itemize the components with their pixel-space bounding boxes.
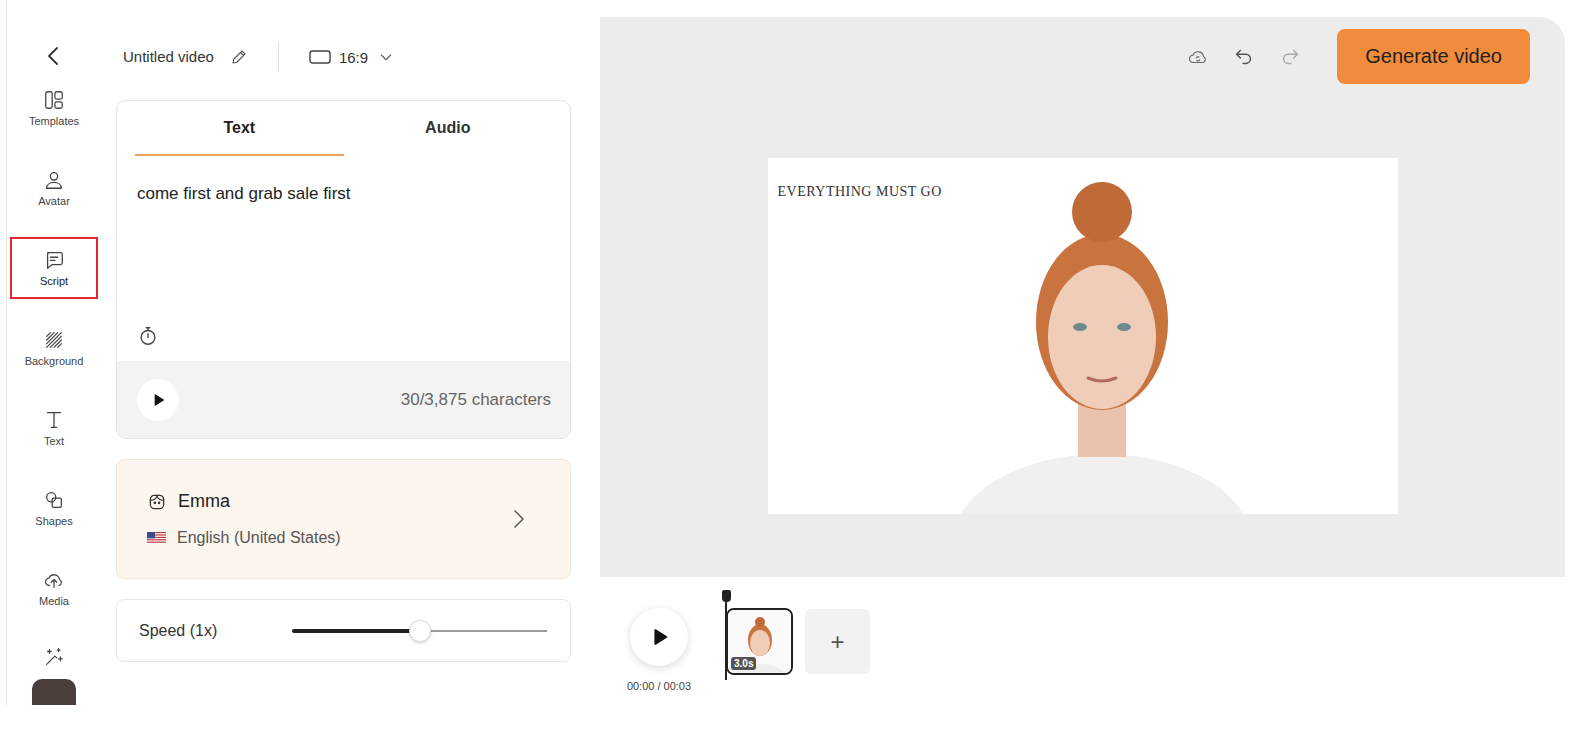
effects-item[interactable] (10, 637, 98, 677)
sidebar-item-icon (43, 329, 65, 351)
speed-control: Speed (1x) (116, 599, 571, 662)
voice-language: English (United States) (177, 529, 341, 547)
sidebar-item-label: Shapes (35, 515, 72, 527)
sidebar-item-icon (43, 89, 65, 111)
tab[interactable]: Audio (344, 101, 553, 156)
character-count: 30/3,875 characters (401, 390, 551, 410)
video-title[interactable]: Untitled video (123, 47, 214, 67)
scene-clip[interactable]: 3.0s (726, 608, 793, 675)
avatar-photo[interactable] (942, 172, 1262, 514)
sidebar-item-icon (43, 249, 65, 271)
sidebar-item-icon (43, 569, 65, 591)
script-text-area[interactable]: come first and grab sale first (117, 156, 570, 361)
video-editor: Templates Avatar Script Background Text Shape… (0, 0, 1570, 732)
voice-info: Emma English (United States) (147, 491, 341, 547)
profile-avatar[interactable] (32, 679, 76, 705)
sidebar-item[interactable]: Avatar (10, 157, 98, 219)
script-footer: 30/3,875 characters (117, 361, 570, 438)
sidebar-item-icon (43, 489, 65, 511)
sidebar-item-label: Text (44, 435, 64, 447)
aspect-ratio-value: 16:9 (339, 49, 368, 66)
play-icon (150, 392, 166, 408)
voice-name: Emma (178, 491, 230, 512)
stage: EVERYTHING MUST GO (600, 84, 1565, 577)
script-editor: Untitled video 16:9 TextAudio come first an… (116, 0, 571, 705)
timer-icon[interactable] (137, 325, 159, 347)
voice-language-row: English (United States) (147, 529, 341, 547)
video-canvas[interactable]: EVERYTHING MUST GO (768, 158, 1398, 514)
undo-icon[interactable] (1233, 46, 1255, 68)
title-bar: Untitled video 16:9 (116, 0, 571, 100)
canvas-headline[interactable]: EVERYTHING MUST GO (768, 158, 942, 200)
voice-name-row: Emma (147, 491, 341, 512)
sidebar-item-label: Background (25, 355, 84, 367)
slider-knob[interactable] (409, 620, 431, 642)
preview-area: Generate video EVERYTHING MUST GO (600, 17, 1565, 577)
sidebar-item[interactable]: Background (10, 317, 98, 379)
face-icon (147, 492, 167, 512)
tab[interactable]: Text (135, 101, 344, 156)
sidebar-item-icon (43, 169, 65, 191)
redo-icon[interactable] (1279, 46, 1301, 68)
sidebar-item-label: Media (39, 595, 69, 607)
sidebar-item[interactable]: Script (10, 237, 98, 299)
playhead-line (725, 602, 727, 680)
sidebar-item-icon (43, 409, 65, 431)
play-icon (648, 626, 670, 648)
chevron-left-icon (42, 44, 66, 68)
speed-label: Speed (1x) (139, 622, 292, 640)
canvas-spacer (1262, 158, 1398, 514)
playhead-pin[interactable] (722, 590, 731, 602)
timeline: 00:00 / 00:03 3.0s + (600, 577, 1565, 732)
script-tabs: TextAudio (117, 101, 570, 156)
sidebar-item[interactable]: Shapes (10, 477, 98, 539)
preview-play-button[interactable] (137, 379, 179, 421)
sidebar: Templates Avatar Script Background Text Shape… (6, 0, 101, 705)
add-scene-button[interactable]: + (805, 609, 870, 674)
playhead[interactable] (721, 590, 731, 680)
sidebar-item[interactable]: Templates (10, 77, 98, 139)
clip-duration: 3.0s (731, 657, 756, 670)
clip-track: 3.0s + (726, 608, 870, 675)
sparkle-icon (43, 646, 65, 668)
aspect-ratio-icon (309, 49, 331, 65)
script-card: TextAudio come first and grab sale first 3… (116, 100, 571, 439)
us-flag-icon (147, 532, 166, 544)
chevron-right-icon (506, 507, 530, 531)
timeline-controls: 00:00 / 00:03 (622, 608, 696, 692)
pencil-icon[interactable] (230, 48, 248, 66)
speed-slider[interactable] (292, 619, 547, 643)
cloud-sync-icon[interactable] (1187, 46, 1209, 68)
sidebar-item[interactable]: Media (10, 557, 98, 619)
timeline-time: 00:00 / 00:03 (627, 680, 691, 692)
generate-video-button[interactable]: Generate video (1337, 29, 1530, 84)
sidebar-item-label: Avatar (38, 195, 70, 207)
back-button[interactable] (10, 0, 98, 68)
timeline-play-button[interactable] (630, 608, 688, 666)
aspect-ratio-dropdown[interactable]: 16:9 (309, 47, 394, 67)
sidebar-item-label: Script (40, 275, 68, 287)
divider (278, 42, 279, 72)
script-text: come first and grab sale first (137, 184, 351, 204)
voice-selector[interactable]: Emma English (United States) (116, 459, 571, 579)
toolbar: Generate video (600, 17, 1565, 84)
sidebar-item-label: Templates (29, 115, 79, 127)
left-panel: Templates Avatar Script Background Text Shape… (0, 0, 600, 705)
slider-fill (292, 629, 420, 633)
sidebar-item[interactable]: Text (10, 397, 98, 459)
preview-column: Generate video EVERYTHING MUST GO 00:00 / … (600, 0, 1565, 732)
chevron-down-icon (378, 49, 394, 65)
